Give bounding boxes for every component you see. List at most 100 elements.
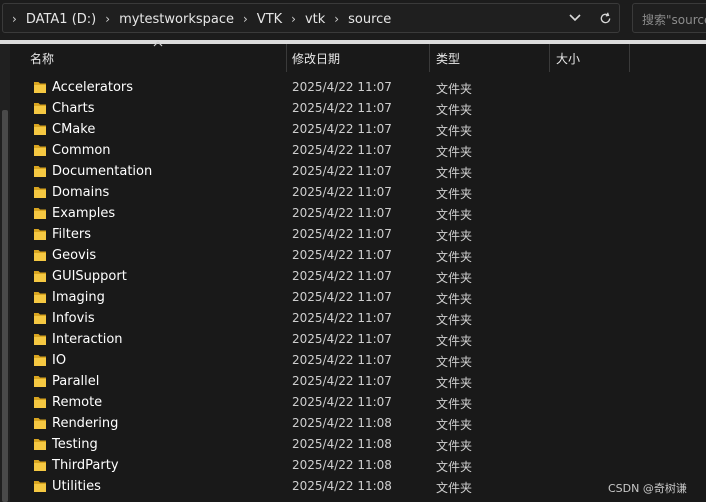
- file-modified-date: 2025/4/22 11:07: [292, 311, 392, 325]
- file-name[interactable]: Common: [52, 143, 111, 158]
- column-header-name[interactable]: 名称: [24, 44, 287, 72]
- folder-icon: [34, 124, 46, 135]
- folder-icon: [34, 418, 46, 429]
- breadcrumb-chevron-icon[interactable]: ›: [243, 12, 248, 26]
- breadcrumb-item-vtk[interactable]: vtk: [305, 12, 325, 27]
- file-type: 文件夹: [436, 271, 473, 285]
- search-input[interactable]: 搜索"source: [642, 11, 706, 28]
- file-list: Accelerators 2025/4/22 11:07 文件夹 Charts 2025…: [10, 77, 706, 497]
- column-header-size[interactable]: 大小: [550, 44, 630, 72]
- file-type: 文件夹: [436, 397, 473, 411]
- folder-icon: [34, 397, 46, 408]
- file-row[interactable]: Imaging 2025/4/22 11:07 文件夹: [10, 287, 706, 308]
- column-header-row: 名称 修改日期 类型 大小: [10, 41, 706, 72]
- file-modified-date: 2025/4/22 11:08: [292, 458, 392, 472]
- file-type: 文件夹: [436, 334, 473, 348]
- search-box[interactable]: 搜索"source: [632, 3, 706, 33]
- folder-icon: [34, 334, 46, 345]
- file-row[interactable]: Domains 2025/4/22 11:07 文件夹: [10, 182, 706, 203]
- folder-icon: [34, 229, 46, 240]
- file-row[interactable]: Remote 2025/4/22 11:07 文件夹: [10, 392, 706, 413]
- file-row[interactable]: ThirdParty 2025/4/22 11:08 文件夹: [10, 455, 706, 476]
- file-name[interactable]: Charts: [52, 101, 95, 116]
- file-name[interactable]: Interaction: [52, 332, 123, 347]
- chevron-down-icon: [569, 14, 581, 22]
- file-row[interactable]: Geovis 2025/4/22 11:07 文件夹: [10, 245, 706, 266]
- folder-icon: [34, 271, 46, 282]
- file-type: 文件夹: [436, 145, 473, 159]
- file-row[interactable]: Utilities 2025/4/22 11:08 文件夹: [10, 476, 706, 497]
- file-row[interactable]: IO 2025/4/22 11:07 文件夹: [10, 350, 706, 371]
- watermark: CSDN @奇树谦: [608, 482, 687, 495]
- file-name[interactable]: Parallel: [52, 374, 99, 389]
- address-history-button[interactable]: [563, 6, 587, 30]
- file-name[interactable]: IO: [52, 353, 66, 368]
- breadcrumb: › DATA1 (D:) › mytestworkspace › VTK › v…: [3, 10, 391, 28]
- file-name[interactable]: GUISupport: [52, 269, 127, 284]
- file-name[interactable]: Domains: [52, 185, 109, 200]
- file-name[interactable]: ThirdParty: [52, 458, 119, 473]
- file-name[interactable]: Examples: [52, 206, 115, 221]
- file-name[interactable]: Filters: [52, 227, 91, 242]
- file-row[interactable]: CMake 2025/4/22 11:07 文件夹: [10, 119, 706, 140]
- file-row[interactable]: Infovis 2025/4/22 11:07 文件夹: [10, 308, 706, 329]
- file-row[interactable]: Filters 2025/4/22 11:07 文件夹: [10, 224, 706, 245]
- file-name[interactable]: Testing: [52, 437, 98, 452]
- file-row[interactable]: GUISupport 2025/4/22 11:07 文件夹: [10, 266, 706, 287]
- file-modified-date: 2025/4/22 11:07: [292, 290, 392, 304]
- file-name[interactable]: Accelerators: [52, 80, 133, 95]
- file-type: 文件夹: [436, 376, 473, 390]
- file-type: 文件夹: [436, 313, 473, 327]
- file-row[interactable]: Interaction 2025/4/22 11:07 文件夹: [10, 329, 706, 350]
- file-row[interactable]: Examples 2025/4/22 11:07 文件夹: [10, 203, 706, 224]
- breadcrumb-chevron-icon[interactable]: ›: [334, 12, 339, 26]
- folder-icon: [34, 481, 46, 492]
- file-modified-date: 2025/4/22 11:08: [292, 437, 392, 451]
- breadcrumb-chevron-icon[interactable]: ›: [105, 12, 110, 26]
- folder-icon: [34, 250, 46, 261]
- file-row[interactable]: Common 2025/4/22 11:07 文件夹: [10, 140, 706, 161]
- breadcrumb-chevron-icon[interactable]: ›: [291, 12, 296, 26]
- scrollbar-thumb[interactable]: [2, 110, 8, 502]
- file-row[interactable]: Testing 2025/4/22 11:08 文件夹: [10, 434, 706, 455]
- file-modified-date: 2025/4/22 11:07: [292, 269, 392, 283]
- breadcrumb-item-drive[interactable]: DATA1 (D:): [26, 12, 96, 27]
- file-row[interactable]: Rendering 2025/4/22 11:08 文件夹: [10, 413, 706, 434]
- address-toolbar: › DATA1 (D:) › mytestworkspace › VTK › v…: [0, 0, 706, 40]
- file-name[interactable]: Utilities: [52, 479, 101, 494]
- refresh-button[interactable]: [593, 6, 617, 30]
- navigation-pane-scrollbar[interactable]: [0, 44, 10, 502]
- column-header-date[interactable]: 修改日期: [286, 44, 430, 72]
- file-name[interactable]: Remote: [52, 395, 102, 410]
- file-row[interactable]: Accelerators 2025/4/22 11:07 文件夹: [10, 77, 706, 98]
- folder-icon: [34, 355, 46, 366]
- file-modified-date: 2025/4/22 11:07: [292, 101, 392, 115]
- file-row[interactable]: Charts 2025/4/22 11:07 文件夹: [10, 98, 706, 119]
- breadcrumb-item-source[interactable]: source: [348, 12, 391, 27]
- file-modified-date: 2025/4/22 11:07: [292, 185, 392, 199]
- file-type: 文件夹: [436, 418, 473, 432]
- file-row[interactable]: Parallel 2025/4/22 11:07 文件夹: [10, 371, 706, 392]
- address-bar[interactable]: › DATA1 (D:) › mytestworkspace › VTK › v…: [2, 3, 620, 33]
- folder-icon: [34, 166, 46, 177]
- file-name[interactable]: Rendering: [52, 416, 118, 431]
- file-modified-date: 2025/4/22 11:07: [292, 80, 392, 94]
- file-modified-date: 2025/4/22 11:07: [292, 248, 392, 262]
- file-modified-date: 2025/4/22 11:07: [292, 395, 392, 409]
- file-type: 文件夹: [436, 292, 473, 306]
- file-name[interactable]: Geovis: [52, 248, 96, 263]
- column-header-type[interactable]: 类型: [430, 44, 550, 72]
- file-name[interactable]: Infovis: [52, 311, 95, 326]
- breadcrumb-item-workspace[interactable]: mytestworkspace: [119, 12, 234, 27]
- file-modified-date: 2025/4/22 11:07: [292, 122, 392, 136]
- breadcrumb-item-vtk-upper[interactable]: VTK: [257, 12, 282, 27]
- file-name[interactable]: Documentation: [52, 164, 152, 179]
- file-name[interactable]: CMake: [52, 122, 95, 137]
- file-modified-date: 2025/4/22 11:07: [292, 143, 392, 157]
- file-modified-date: 2025/4/22 11:07: [292, 353, 392, 367]
- folder-icon: [34, 187, 46, 198]
- file-row[interactable]: Documentation 2025/4/22 11:07 文件夹: [10, 161, 706, 182]
- file-name[interactable]: Imaging: [52, 290, 105, 305]
- file-modified-date: 2025/4/22 11:08: [292, 479, 392, 493]
- breadcrumb-root-chevron-icon[interactable]: ›: [12, 12, 17, 26]
